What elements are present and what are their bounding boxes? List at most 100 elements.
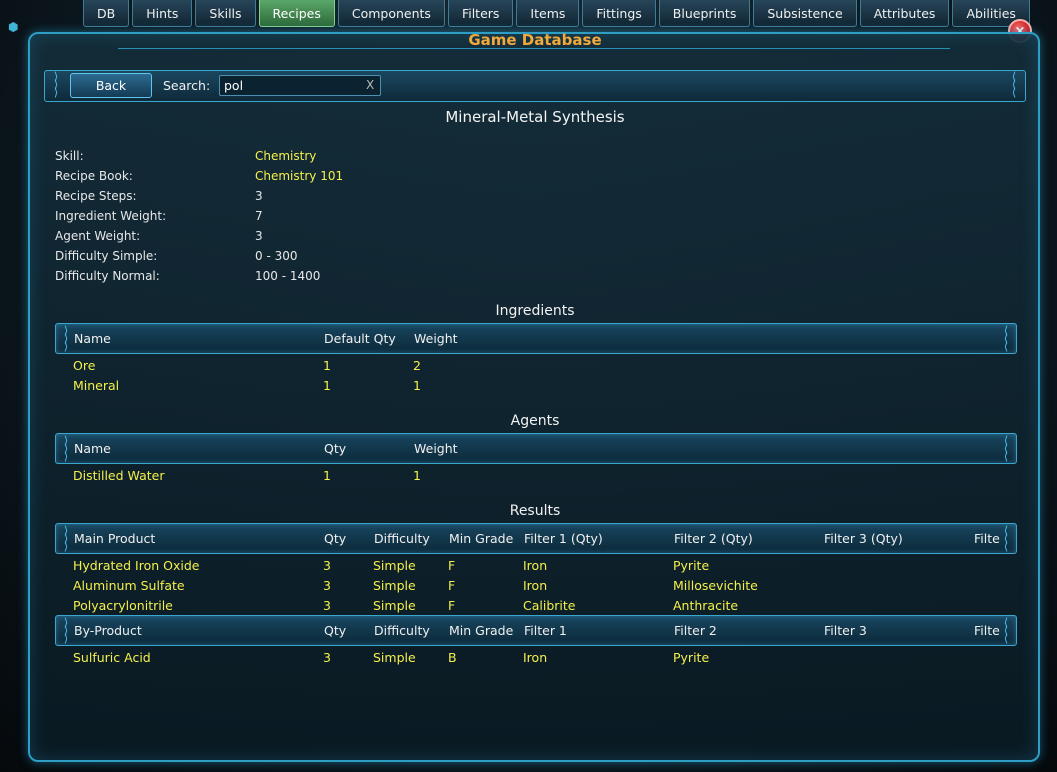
tab-blueprints[interactable]: Blueprints — [658, 0, 751, 27]
table-cell: Iron — [523, 650, 548, 665]
prop-value: 100 - 1400 — [255, 269, 321, 283]
ingredients-header: ⟩ ⟩ ⟩ ⟨ ⟨ ⟨ Name Default Qty Weight — [55, 323, 1017, 354]
window-title: Game Database — [468, 31, 602, 49]
tab-recipes[interactable]: Recipes — [258, 0, 335, 27]
table-cell: Pyrite — [673, 650, 710, 665]
byproducts-header: ⟩ ⟩ ⟩ ⟨ ⟨ ⟨ By-Product Qty Difficulty Min Grade Fi… — [55, 615, 1017, 646]
table-row-name[interactable]: Aluminum Sulfate — [73, 578, 185, 593]
prop-value: 3 — [255, 229, 263, 243]
table-cell: 1 — [323, 358, 331, 373]
prop-value[interactable]: Chemistry 101 — [255, 169, 343, 183]
table-cell: B — [448, 650, 457, 665]
chevron-left-icon: ⟩ ⟩ ⟩ — [53, 70, 59, 99]
table-row-name[interactable]: Ore — [73, 358, 95, 373]
chevron-left-icon: ⟩ ⟩ ⟩ — [63, 524, 69, 553]
column-header[interactable]: Min Grade — [449, 531, 513, 546]
table-cell: Simple — [373, 650, 416, 665]
table-cell: Calibrite — [523, 598, 576, 613]
table-cell: Iron — [523, 578, 548, 593]
table-cell: F — [448, 578, 456, 593]
column-header[interactable]: Filter 2 — [674, 623, 717, 638]
table-cell: 3 — [323, 558, 331, 573]
prop-value: 7 — [255, 209, 263, 223]
table-cell: 1 — [323, 378, 331, 393]
table-row-name[interactable]: Polyacrylonitrile — [73, 598, 173, 613]
chevron-left-icon: ⟩ ⟩ ⟩ — [63, 434, 69, 463]
chevron-left-icon: ⟩ ⟩ ⟩ — [63, 616, 69, 645]
table-row-name[interactable]: Mineral — [73, 378, 119, 393]
column-header[interactable]: Name — [74, 331, 111, 346]
table-cell: Pyrite — [673, 558, 710, 573]
column-header[interactable]: Min Grade — [449, 623, 513, 638]
agents-header: ⟩ ⟩ ⟩ ⟨ ⟨ ⟨ Name Qty Weight — [55, 433, 1017, 464]
chevron-right-icon: ⟨ ⟨ ⟨ — [1003, 324, 1009, 353]
chevron-left-icon: ⟩ ⟩ ⟩ — [63, 324, 69, 353]
back-button[interactable]: Back — [70, 73, 152, 98]
column-header[interactable]: Filter 2 (Qty) — [674, 531, 753, 546]
table-row-name[interactable]: Hydrated Iron Oxide — [73, 558, 199, 573]
column-header[interactable]: Default Qty — [324, 331, 396, 346]
prop-value: 3 — [255, 189, 263, 203]
column-header[interactable]: Name — [74, 441, 111, 456]
table-cell: Millosevichite — [673, 578, 758, 593]
table-cell: Simple — [373, 578, 416, 593]
search-label: Search: — [163, 78, 211, 93]
prop-label: Recipe Steps: — [55, 189, 137, 203]
column-header[interactable]: Weight — [414, 331, 458, 346]
chevron-right-icon: ⟨ ⟨ ⟨ — [1003, 524, 1009, 553]
tab-items[interactable]: Items — [516, 0, 580, 27]
chevron-right-icon: ⟨ ⟨ ⟨ — [1003, 434, 1009, 463]
tab-fittings[interactable]: Fittings — [582, 0, 656, 27]
prop-label: Skill: — [55, 149, 84, 163]
prop-label: Difficulty Normal: — [55, 269, 160, 283]
column-header[interactable]: Difficulty — [374, 623, 430, 638]
column-header[interactable]: Main Product — [74, 531, 155, 546]
column-header[interactable]: Filte — [974, 623, 1000, 638]
tab-filters[interactable]: Filters — [447, 0, 514, 27]
column-header[interactable]: Filter 3 (Qty) — [824, 531, 903, 546]
column-header[interactable]: Qty — [324, 623, 346, 638]
table-cell: Simple — [373, 558, 416, 573]
column-header[interactable]: Qty — [324, 441, 346, 456]
table-cell: 3 — [323, 578, 331, 593]
prop-label: Ingredient Weight: — [55, 209, 167, 223]
search-clear-button[interactable]: X — [366, 78, 374, 92]
table-cell: 1 — [323, 468, 331, 483]
table-cell: Simple — [373, 598, 416, 613]
table-row-name[interactable]: Distilled Water — [73, 468, 164, 483]
tab-db[interactable]: DB — [83, 0, 130, 27]
prop-label: Recipe Book: — [55, 169, 133, 183]
table-cell: 3 — [323, 598, 331, 613]
prop-label: Difficulty Simple: — [55, 249, 158, 263]
results-title: Results — [509, 503, 561, 519]
table-cell: 1 — [413, 468, 421, 483]
tab-hints[interactable]: Hints — [132, 0, 193, 27]
prop-value[interactable]: Chemistry — [255, 149, 316, 163]
recipe-title: Mineral-Metal Synthesis — [445, 108, 625, 126]
table-cell: Anthracite — [673, 598, 739, 613]
column-header[interactable]: Filter 3 — [824, 623, 867, 638]
search-input[interactable]: pol — [219, 75, 381, 96]
column-header[interactable]: Filter 1 (Qty) — [524, 531, 603, 546]
prop-label: Agent Weight: — [55, 229, 141, 243]
table-cell: Iron — [523, 558, 548, 573]
tab-skills[interactable]: Skills — [195, 0, 256, 27]
tab-subsistence[interactable]: Subsistence — [753, 0, 857, 27]
chevron-right-icon: ⟨ ⟨ ⟨ — [1003, 616, 1009, 645]
results-header: ⟩ ⟩ ⟩ ⟨ ⟨ ⟨ Main Product Qty Difficulty Min Grade… — [55, 523, 1017, 554]
chevron-right-icon: ⟨ ⟨ ⟨ — [1011, 70, 1017, 99]
column-header[interactable]: Difficulty — [374, 531, 430, 546]
column-header[interactable]: Filte — [974, 531, 1000, 546]
column-header[interactable]: Weight — [414, 441, 458, 456]
tab-components[interactable]: Components — [337, 0, 445, 27]
table-row-name[interactable]: Sulfuric Acid — [73, 650, 151, 665]
table-cell: 2 — [413, 358, 421, 373]
tab-attributes[interactable]: Attributes — [859, 0, 950, 27]
column-header[interactable]: Qty — [324, 531, 346, 546]
table-cell: 3 — [323, 650, 331, 665]
table-cell: 1 — [413, 378, 421, 393]
column-header[interactable]: Filter 1 — [524, 623, 567, 638]
table-cell: F — [448, 598, 456, 613]
top-tab-bar: DB Hints Skills Recipes Components Filters Ite… — [83, 0, 1030, 28]
column-header[interactable]: By-Product — [74, 623, 142, 638]
